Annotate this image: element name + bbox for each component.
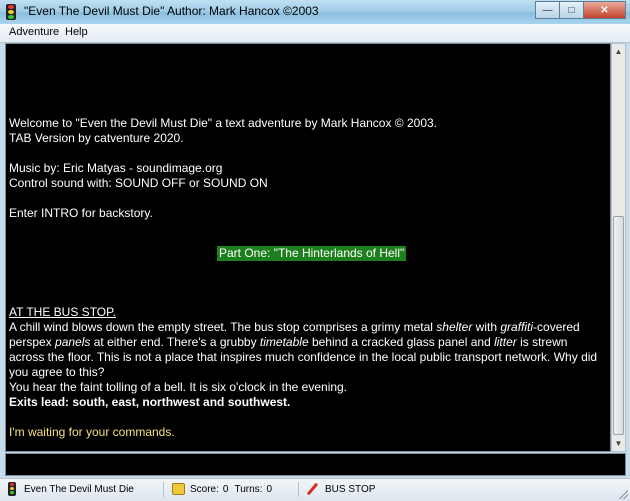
traffic-light-icon[interactable]	[6, 4, 16, 20]
game-output-area[interactable]: Welcome to "Even the Devil Must Die" a t…	[5, 43, 611, 452]
status-score-panel: Score: 0 Turns: 0	[172, 481, 272, 497]
status-location-panel: BUS STOP	[307, 481, 375, 497]
description-text: A chill wind blows down the empty street…	[9, 320, 437, 334]
minimize-button[interactable]: —	[535, 1, 560, 19]
description-text: with	[472, 320, 501, 334]
menu-bar: Adventure Help	[0, 24, 630, 43]
description-object: timetable	[259, 335, 309, 349]
intro-hint-line: Enter INTRO for backstory.	[9, 206, 153, 220]
command-input[interactable]	[5, 453, 626, 476]
description-object: shelter	[436, 320, 473, 334]
score-value: 0	[222, 483, 229, 495]
bell-line: You hear the faint tolling of a bell. It…	[9, 380, 348, 394]
location-description: A chill wind blows down the empty street…	[9, 320, 599, 380]
score-label: Score:	[190, 483, 219, 495]
menu-adventure[interactable]: Adventure	[9, 26, 59, 38]
location-header: AT THE BUS STOP.	[9, 305, 116, 319]
window-title: "Even The Devil Must Die" Author: Mark H…	[24, 4, 319, 18]
exits-line: Exits lead: south, east, northwest and s…	[9, 395, 291, 409]
traffic-light-icon	[8, 482, 16, 496]
status-location: BUS STOP	[325, 483, 376, 495]
description-text: behind a cracked glass panel and	[308, 335, 495, 349]
scroll-down-arrow-icon[interactable]: ▼	[612, 436, 625, 451]
part-banner: Part One: "The Hinterlands of Hell"	[217, 246, 407, 261]
status-game-name: Even The Devil Must Die	[24, 483, 134, 495]
status-divider	[298, 482, 299, 497]
description-object: panels	[55, 335, 91, 349]
turns-value: 0	[266, 483, 272, 495]
welcome-line-2: TAB Version by catventure 2020.	[9, 131, 184, 145]
output-scrollbar[interactable]: ▲ ▼	[611, 43, 626, 452]
turns-label: Turns:	[234, 483, 263, 495]
menu-help[interactable]: Help	[65, 26, 88, 38]
scroll-thumb[interactable]	[613, 216, 624, 435]
pen-icon	[307, 483, 319, 495]
maximize-icon: □	[568, 4, 575, 16]
close-button[interactable]: ✕	[583, 1, 626, 19]
description-object: graffiti	[500, 320, 534, 334]
music-credit-line: Music by: Eric Matyas - soundimage.org	[9, 161, 223, 175]
minimize-icon: —	[542, 4, 553, 16]
description-object: litter	[494, 335, 517, 349]
status-divider	[163, 482, 164, 497]
maximize-button[interactable]: □	[559, 1, 584, 19]
welcome-line-1: Welcome to "Even the Devil Must Die" a t…	[9, 116, 437, 130]
status-bar: Even The Devil Must Die Score: 0 Turns: …	[0, 478, 630, 501]
sound-control-line: Control sound with: SOUND OFF or SOUND O…	[9, 176, 268, 190]
title-bar[interactable]: "Even The Devil Must Die" Author: Mark H…	[0, 0, 630, 25]
description-text: at either end. There's a grubby	[90, 335, 260, 349]
status-game-panel: Even The Devil Must Die	[8, 481, 134, 497]
window-controls: — □ ✕	[535, 1, 626, 20]
command-prompt-line: I'm waiting for your commands.	[9, 425, 175, 439]
close-icon: ✕	[600, 4, 609, 16]
score-icon	[172, 483, 185, 495]
resize-grip[interactable]	[618, 489, 628, 499]
scroll-up-arrow-icon[interactable]: ▲	[612, 44, 625, 59]
